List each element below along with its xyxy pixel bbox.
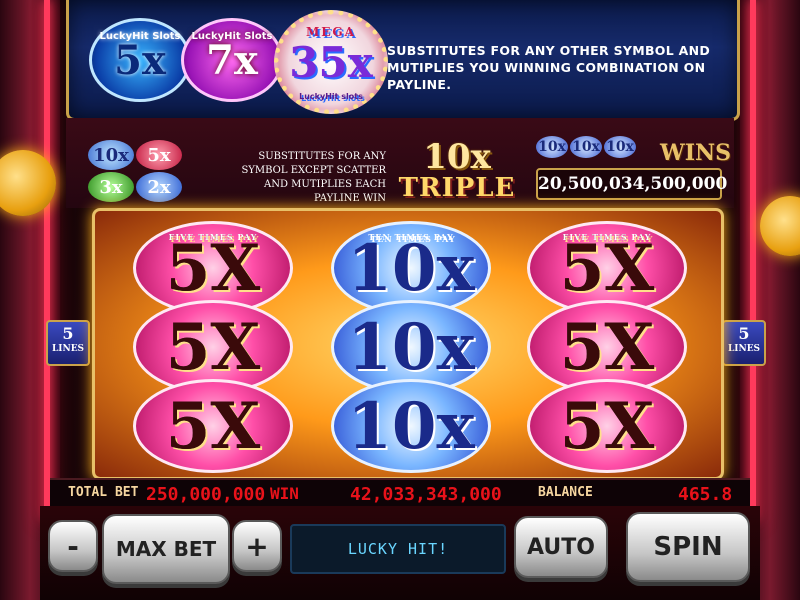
multiplier-7x-badge: LuckyHit Slots 7x xyxy=(181,18,283,102)
paylines-indicator-right: 5 LINES xyxy=(722,320,766,366)
reel-symbol-10x: 10x xyxy=(315,375,501,473)
mini-multiplier-badges: 10x 5x 3x 2x xyxy=(88,140,188,208)
neon-light-right xyxy=(750,0,756,520)
max-bet-button[interactable]: MAX BET xyxy=(102,514,230,584)
win-label: WIN xyxy=(270,484,299,503)
multiplier-5x-badge: LuckyHit Slots 5x xyxy=(89,18,191,102)
auto-spin-button[interactable]: AUTO xyxy=(514,516,608,578)
lines-label: LINES xyxy=(727,344,761,354)
mini-10x-badge: 10x xyxy=(570,136,602,158)
mini-10x-badge: 10x xyxy=(88,140,134,170)
reels-frame: FIVE TIMES PAY 5X 5X 5X TEN TIMES PAY 10x … xyxy=(92,208,724,480)
pay-text: TEN TIMES PAY xyxy=(368,232,454,242)
mini-5x-badge: 5x xyxy=(136,140,182,170)
mega-label: MEGA xyxy=(306,25,356,39)
symbol-label: 5X xyxy=(559,309,655,385)
wins-title: WINS xyxy=(660,140,731,166)
logo-10x: 10x xyxy=(423,137,491,177)
symbol-label: 5X xyxy=(165,309,261,385)
logo-triple: TRIPLE xyxy=(398,173,516,203)
balance-label: BALANCE xyxy=(538,485,593,500)
total-bet-label: TOTAL BET xyxy=(68,485,139,500)
win-value: 42,033,343,000 xyxy=(350,484,502,505)
symbol-label: 5X xyxy=(165,388,261,464)
badge-label: 7x xyxy=(206,36,258,84)
symbol-label: 10x xyxy=(347,309,475,385)
wins-mini-badges: 10x 10x 10x xyxy=(536,136,636,158)
top-paytable-banner: LuckyHit Slots 5x LuckyHit Slots 7x MEGA… xyxy=(66,0,740,121)
reel-symbol-5x: 5X xyxy=(511,375,697,473)
wild-description: SUBSTITUTES FOR ANY SYMBOL EXCEPT SCATTE… xyxy=(241,151,386,204)
paytable-description: SUBSTITUTES FOR ANY OTHER SYMBOL AND MUT… xyxy=(387,43,711,92)
decrease-bet-button[interactable]: - xyxy=(48,520,98,572)
symbol-label: 5X xyxy=(559,388,655,464)
mini-10x-badge: 10x xyxy=(604,136,636,158)
pay-text: FIVE TIMES PAY xyxy=(562,232,652,242)
lines-count: 5 xyxy=(738,324,750,343)
symbol-label: 10x xyxy=(347,388,475,464)
wins-value: 20,500,034,500,000 xyxy=(536,168,727,200)
pay-text: FIVE TIMES PAY xyxy=(168,232,258,242)
increase-bet-button[interactable]: + xyxy=(232,520,282,572)
badge-label: 35x xyxy=(289,37,373,87)
paylines-indicator-left: 5 LINES xyxy=(46,320,90,366)
reel-1: FIVE TIMES PAY 5X 5X 5X xyxy=(117,217,303,473)
badge-brand-top: LuckyHit Slots xyxy=(191,31,273,42)
badge-label: 5x xyxy=(114,36,166,84)
reel-symbol-5x: 5X xyxy=(117,375,303,473)
mini-2x-badge: 2x xyxy=(136,172,182,202)
lines-count: 5 xyxy=(62,324,74,343)
message-display: LUCKY HIT! xyxy=(290,524,506,574)
badge-brand: LuckyHit slots xyxy=(299,92,363,101)
spin-button[interactable]: SPIN xyxy=(626,512,750,582)
lines-label: LINES xyxy=(51,344,85,354)
controls-panel: - MAX BET + LUCKY HIT! AUTO SPIN xyxy=(40,506,760,600)
badge-brand-top: LuckyHit Slots xyxy=(99,31,181,42)
info-row: 10x 5x 3x 2x SUBSTITUTES FOR ANY SYMBOL … xyxy=(66,118,734,208)
mini-3x-badge: 3x xyxy=(88,172,134,202)
balance-value: 465.8 xyxy=(678,484,733,505)
mega-multiplier-35x-badge: MEGA 35x LuckyHit slots xyxy=(274,10,388,114)
reel-2: TEN TIMES PAY 10x 10x 10x xyxy=(315,217,501,473)
total-bet-value: 250,000,000 xyxy=(146,484,266,505)
neon-light-left xyxy=(44,0,50,520)
10x-triple-logo: 10x TRIPLE xyxy=(392,140,522,204)
reel-3: FIVE TIMES PAY 5X 5X 5X xyxy=(511,217,697,473)
mini-10x-badge: 10x xyxy=(536,136,568,158)
